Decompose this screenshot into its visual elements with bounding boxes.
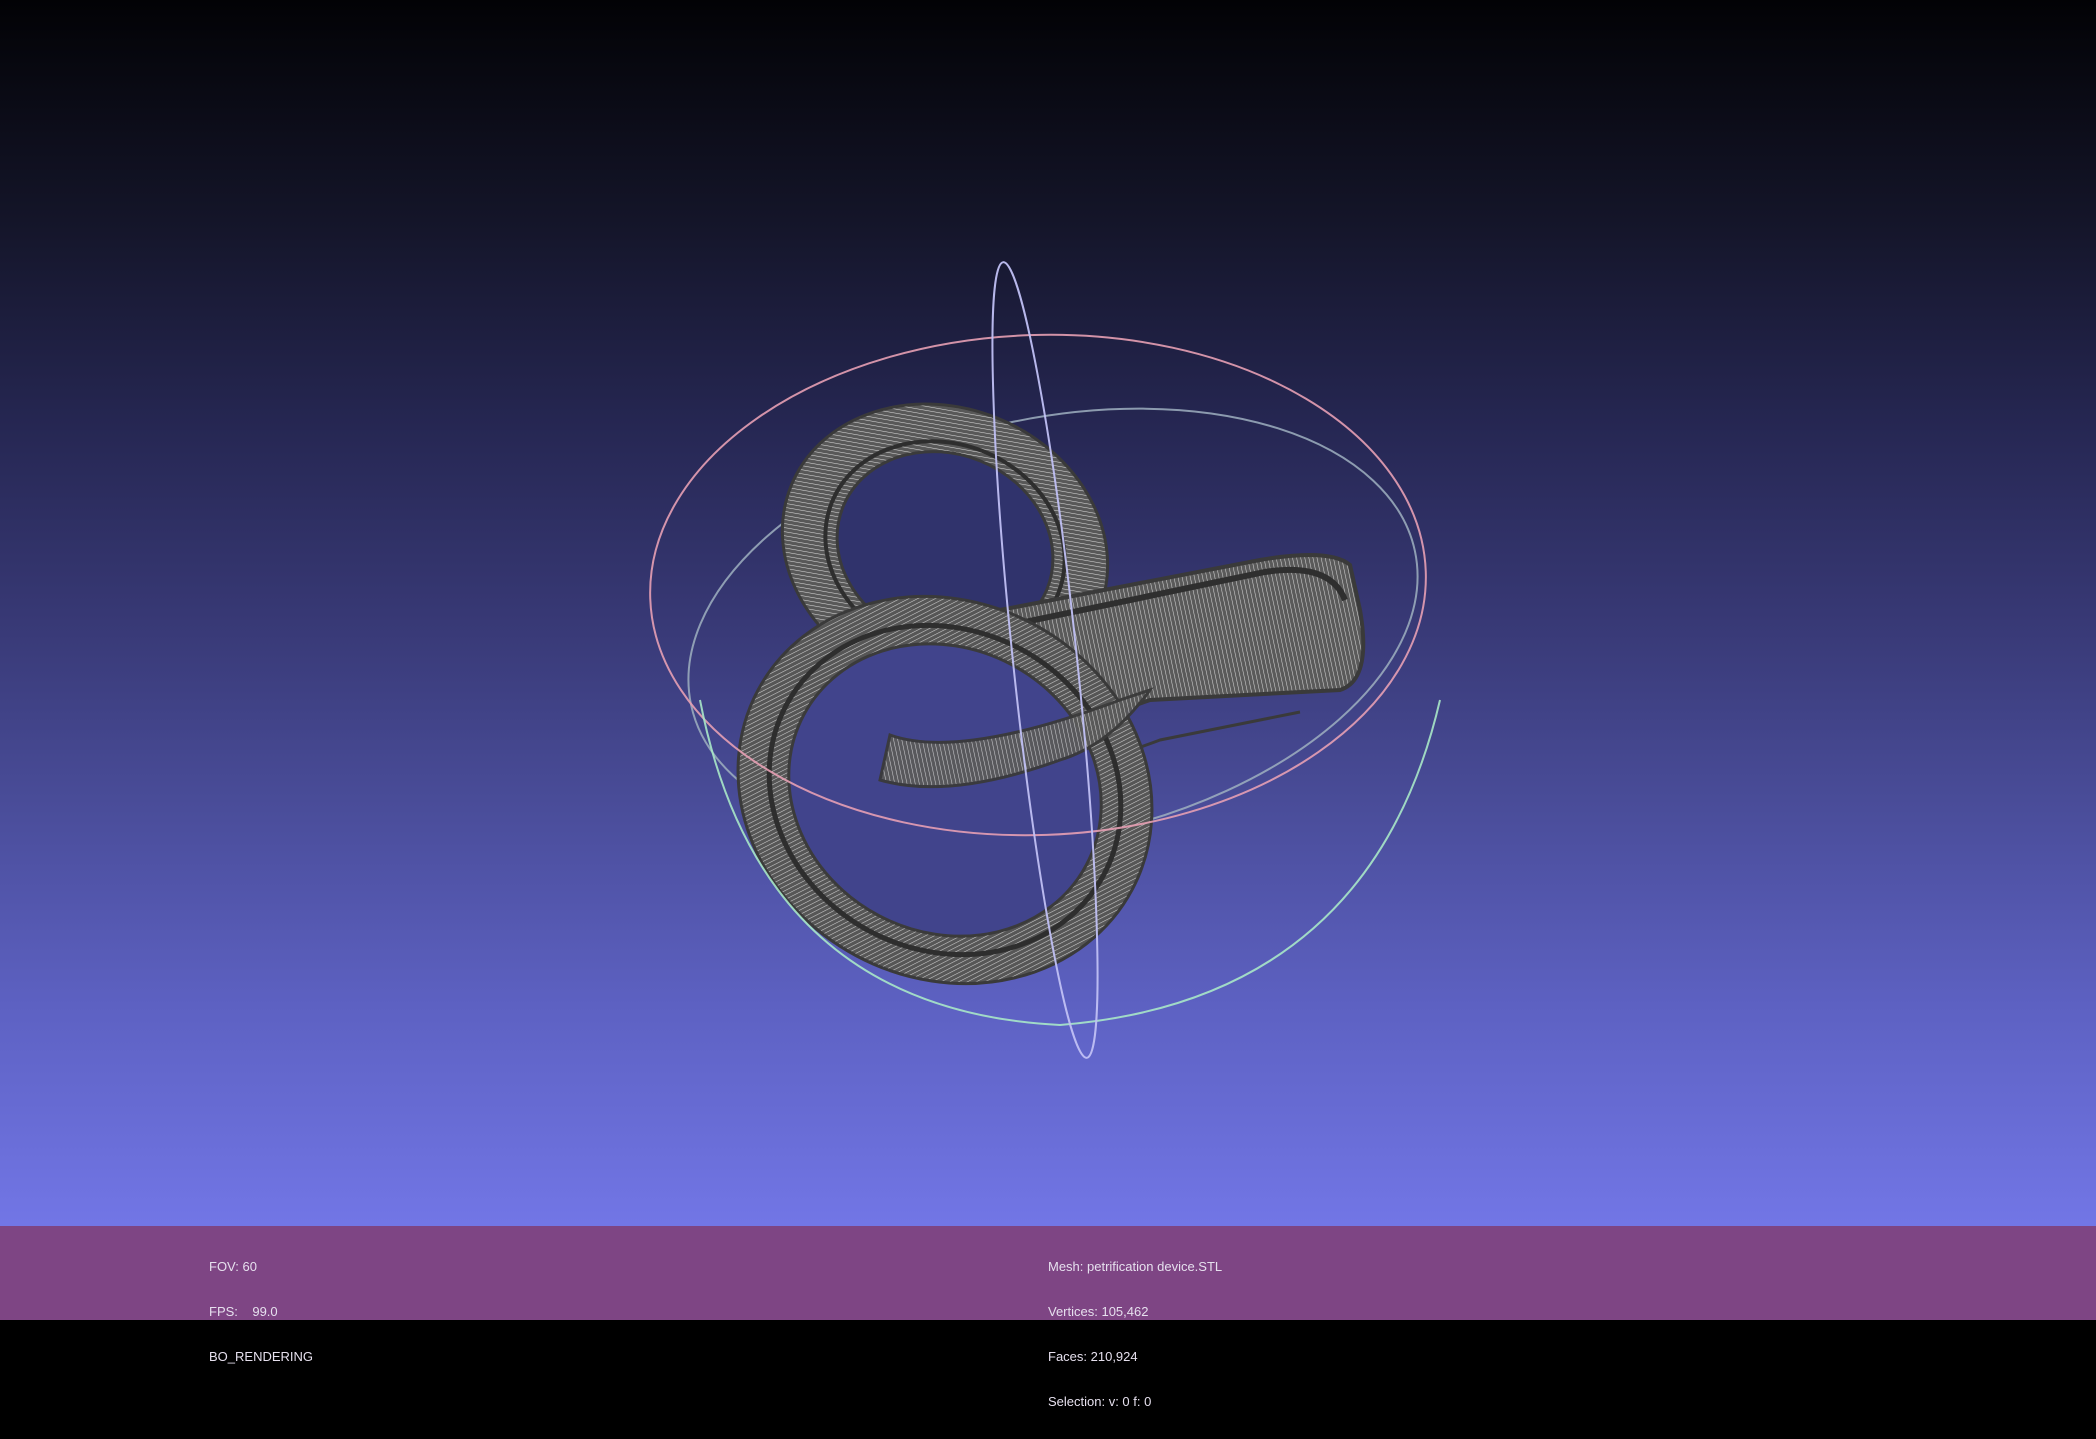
- render-mode-readout: BO_RENDERING: [209, 1349, 314, 1364]
- mesh-name-readout: Mesh: petrification device.STL: [1048, 1259, 1223, 1274]
- render-info: FOV: 60 FPS: 99.0 BO_RENDERING: [209, 1229, 313, 1394]
- selection-readout: Selection: v: 0 f: 0: [1048, 1394, 1152, 1409]
- faces-readout: Faces: 210,924: [1048, 1349, 1138, 1364]
- status-bar: FOV: 60 FPS: 99.0 BO_RENDERING Mesh: pet…: [0, 1226, 2096, 1409]
- fov-readout: FOV: 60: [209, 1259, 257, 1274]
- fps-readout: FPS: 99.0: [209, 1304, 278, 1319]
- vertices-readout: Vertices: 105,462: [1048, 1304, 1149, 1319]
- mesh-info: Mesh: petrification device.STL Vertices:…: [1048, 1229, 1222, 1439]
- 3d-viewport[interactable]: [0, 0, 2096, 1226]
- 3d-scene[interactable]: [0, 0, 2096, 1226]
